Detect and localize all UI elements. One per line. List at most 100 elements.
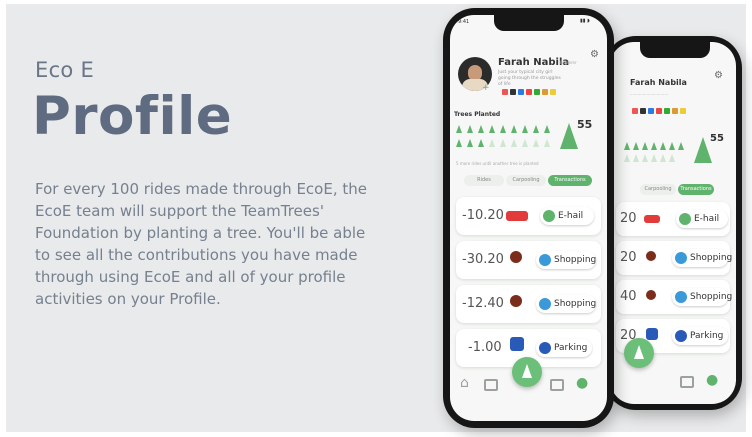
calendar-icon[interactable] xyxy=(680,376,694,388)
ehail-icon xyxy=(543,210,555,222)
big-tree-icon xyxy=(560,123,578,149)
transaction-card[interactable]: 20 Shopping xyxy=(616,241,732,275)
coffee-bean-logo xyxy=(646,251,656,261)
google-icon xyxy=(502,89,508,95)
transaction-card[interactable]: -10.20 E-hail xyxy=(456,197,601,235)
category-pill[interactable]: E-hail xyxy=(676,210,728,228)
transaction-card[interactable]: 20 E-hail xyxy=(616,202,730,236)
tree-icon xyxy=(651,142,657,150)
tree-icon xyxy=(651,154,657,162)
tab-transactions[interactable]: Transactions xyxy=(548,175,592,186)
bio-line: ······························ xyxy=(630,92,669,97)
tree-icon xyxy=(642,154,648,162)
transaction-amount: -30.20 xyxy=(462,252,504,267)
tree-icon xyxy=(478,125,484,133)
gfood-logo xyxy=(644,215,660,223)
calendar-icon[interactable] xyxy=(550,379,564,391)
category-label: Parking xyxy=(554,343,588,353)
category-pill[interactable]: E-hail xyxy=(540,207,594,225)
parking-icon xyxy=(675,330,687,342)
category-label: Shopping xyxy=(554,255,597,265)
tab-transactions[interactable]: Transactions xyxy=(678,184,714,195)
category-label: Shopping xyxy=(554,299,597,309)
apple-icon xyxy=(510,89,516,95)
tree-icon xyxy=(669,142,675,150)
tree-icon xyxy=(511,139,517,147)
tree-icon xyxy=(489,139,495,147)
social-icon xyxy=(648,108,654,114)
google-icon xyxy=(632,108,638,114)
gear-icon[interactable]: ⚙ xyxy=(590,49,599,60)
navigate-button[interactable] xyxy=(512,357,542,387)
home-icon[interactable]: ⌂ xyxy=(460,375,469,391)
tree-icon xyxy=(660,154,666,162)
category-pill[interactable]: Shopping xyxy=(672,249,732,267)
parking-logo xyxy=(646,328,658,340)
tree-icon xyxy=(624,142,630,150)
social-icon xyxy=(526,89,532,95)
category-pill[interactable]: Parking xyxy=(672,327,728,345)
social-icon xyxy=(534,89,540,95)
category-pill[interactable]: Parking xyxy=(536,339,592,357)
tree-icon xyxy=(478,139,484,147)
phone-mockup-back: Farah Nabila ⚙ ·························… xyxy=(604,36,742,410)
tab-carpooling[interactable]: Carpooling xyxy=(506,175,546,186)
bio-text: Just your typical city girl going throug… xyxy=(498,70,561,87)
ehail-icon xyxy=(679,213,691,225)
tree-icon xyxy=(678,142,684,150)
status-time: 9:41 xyxy=(458,19,470,25)
profile-icon[interactable]: ● xyxy=(576,375,588,391)
category-pill[interactable]: Shopping xyxy=(536,295,596,313)
user-tag: Explorer xyxy=(560,60,577,65)
phone-mockup-front: 9:41 ▮▮ ◗ + Farah Nabila Explorer ⚙ Just… xyxy=(443,8,614,428)
tab-carpooling[interactable]: Carpooling xyxy=(640,184,676,195)
category-pill[interactable]: Shopping xyxy=(536,251,596,269)
navigate-button[interactable] xyxy=(624,338,654,368)
wallet-icon[interactable] xyxy=(484,379,498,391)
transaction-amount: 20 xyxy=(620,211,637,226)
transaction-amount: -12.40 xyxy=(462,296,504,311)
apple-icon xyxy=(640,108,646,114)
trees-count: 55 xyxy=(710,133,724,144)
social-icon xyxy=(550,89,556,95)
status-icons: ▮▮ ◗ xyxy=(580,18,590,24)
tab-rides[interactable]: Rides xyxy=(464,175,504,186)
user-name: Farah Nabila xyxy=(498,57,570,68)
gfood-logo xyxy=(506,211,528,221)
tree-icon xyxy=(533,125,539,133)
social-icon xyxy=(680,108,686,114)
profile-icon[interactable]: ● xyxy=(706,372,718,388)
tree-icon xyxy=(544,125,550,133)
tree-icon xyxy=(624,154,630,162)
parking-icon xyxy=(539,342,551,354)
coffee-bean-logo xyxy=(510,295,522,307)
tree-icon xyxy=(511,125,517,133)
shopping-icon xyxy=(539,254,551,266)
social-icon xyxy=(518,89,524,95)
coffee-bean-logo xyxy=(646,290,656,300)
section-subtitle: Eco E xyxy=(35,58,95,82)
tree-icon xyxy=(533,139,539,147)
gear-icon[interactable]: ⚙ xyxy=(714,70,723,81)
coffee-bean-logo xyxy=(510,251,522,263)
user-name: Farah Nabila xyxy=(630,78,687,87)
transaction-amount: 20 xyxy=(620,250,637,265)
transaction-card[interactable]: 40 Shopping xyxy=(616,280,732,314)
tree-icon xyxy=(456,139,462,147)
social-icon xyxy=(542,89,548,95)
tree-icon xyxy=(633,154,639,162)
category-label: Shopping xyxy=(690,253,733,263)
tree-icon xyxy=(522,125,528,133)
shopping-icon xyxy=(675,291,687,303)
tree-icon xyxy=(660,142,666,150)
tree-icon xyxy=(500,139,506,147)
description-text: For every 100 rides made through EcoE, t… xyxy=(35,180,367,308)
category-pill[interactable]: Shopping xyxy=(672,288,732,306)
tree-icon xyxy=(467,139,473,147)
transaction-card[interactable]: -12.40 Shopping xyxy=(456,285,601,323)
add-icon[interactable]: + xyxy=(482,83,490,93)
tree-icon xyxy=(467,125,473,133)
phone-notch xyxy=(494,15,564,31)
transaction-card[interactable]: -30.20 Shopping xyxy=(456,241,601,279)
trees-count: 55 xyxy=(577,118,593,131)
